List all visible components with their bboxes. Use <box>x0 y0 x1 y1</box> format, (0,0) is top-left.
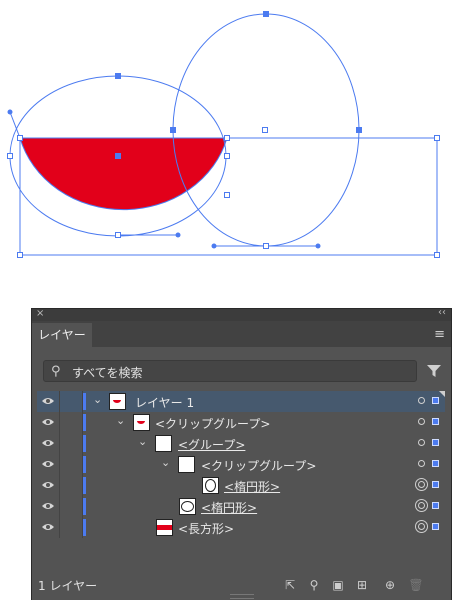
resize-grip[interactable] <box>230 594 254 599</box>
selection-indicator[interactable] <box>432 418 439 425</box>
layer-name: <クリップグループ> <box>201 459 317 473</box>
layer-row[interactable]: ⌄ <クリップグループ> <box>37 454 445 475</box>
current-layer-corner <box>439 391 445 397</box>
layer-name: レイヤー 1 <box>135 396 195 410</box>
target-circle-icon[interactable] <box>418 397 425 404</box>
anchor-points[interactable] <box>7 11 440 258</box>
search-icon: ⚲ <box>51 364 61 379</box>
search-placeholder: すべてを検索 <box>72 366 143 380</box>
red-half-ellipse[interactable] <box>19 137 228 211</box>
export-icon[interactable]: ⇱ <box>282 577 298 593</box>
selection-indicator[interactable] <box>432 397 439 404</box>
panel-menu-icon[interactable]: ≡ <box>434 327 445 342</box>
target-circle-icon[interactable] <box>418 460 425 467</box>
eye-icon[interactable] <box>41 458 55 470</box>
chevron-down-icon[interactable]: ⌄ <box>138 435 147 448</box>
selection-indicator[interactable] <box>432 481 439 488</box>
artboard-canvas[interactable] <box>0 0 472 300</box>
panel-footer: 1 レイヤー ⇱ ⚲ ▣ ⊞ ⊕ 🗑 <box>32 571 451 600</box>
chevron-down-icon[interactable]: ⌄ <box>93 393 102 406</box>
chevron-down-icon[interactable]: ⌄ <box>116 414 125 427</box>
close-icon[interactable]: × <box>36 308 44 319</box>
target-circle-icon[interactable] <box>418 418 425 425</box>
layer-thumbnail <box>133 414 150 431</box>
layer-row[interactable]: <楕円形> <box>37 475 445 496</box>
locate-object-icon[interactable]: ⚲ <box>306 577 322 593</box>
layer-count: 1 レイヤー <box>38 579 98 593</box>
layer-row[interactable]: <長方形> <box>37 517 445 538</box>
layer-row[interactable]: ⌄ <グループ> <box>37 433 445 454</box>
layers-list: ⌄ レイヤー 1 ⌄ <クリップグループ> ⌄ <グループ> ⌄ <クリップグル… <box>37 391 445 571</box>
selection-indicator[interactable] <box>432 439 439 446</box>
layer-name: <グループ> <box>178 438 246 452</box>
clipping-mask-icon[interactable]: ▣ <box>330 577 346 593</box>
eye-icon[interactable] <box>41 416 55 428</box>
layer-thumbnail <box>178 456 195 473</box>
selection-indicator[interactable] <box>432 502 439 509</box>
chevron-down-icon[interactable]: ⌄ <box>161 456 170 469</box>
trash-icon[interactable]: 🗑 <box>408 577 424 593</box>
new-layer-icon[interactable]: ⊕ <box>382 577 398 593</box>
target-double-circle-icon[interactable] <box>415 520 428 533</box>
eye-icon[interactable] <box>41 479 55 491</box>
eye-icon[interactable] <box>41 521 55 533</box>
layer-thumbnail <box>156 519 173 536</box>
panel-titlebar: × ‹‹ <box>32 307 451 321</box>
layer-name: <楕円形> <box>201 501 258 515</box>
layer-name: <楕円形> <box>224 480 281 494</box>
layer-row[interactable]: ⌄ レイヤー 1 <box>37 391 445 412</box>
layer-thumbnail <box>202 477 219 494</box>
target-double-circle-icon[interactable] <box>415 499 428 512</box>
collapse-icon[interactable]: ‹‹ <box>438 307 446 318</box>
tab-layers[interactable]: レイヤー <box>32 323 92 347</box>
eye-icon[interactable] <box>41 437 55 449</box>
eye-icon[interactable] <box>41 500 55 512</box>
target-circle-icon[interactable] <box>418 439 425 446</box>
selection-indicator[interactable] <box>432 460 439 467</box>
layers-panel: × ‹‹ レイヤー ≡ ⚲ すべてを検索 ⌄ レイヤー 1 ⌄ <クリップグルー… <box>31 307 452 600</box>
target-double-circle-icon[interactable] <box>415 478 428 491</box>
new-sublayer-icon[interactable]: ⊞ <box>354 577 370 593</box>
search-field[interactable]: ⚲ すべてを検索 <box>43 360 417 382</box>
selection-indicator[interactable] <box>432 523 439 530</box>
layer-thumbnail <box>109 393 126 410</box>
layer-name: <長方形> <box>178 522 235 536</box>
panel-tab-row: レイヤー ≡ <box>32 321 451 347</box>
rotate-handle[interactable] <box>7 109 13 115</box>
layer-row[interactable]: <楕円形> <box>37 496 445 517</box>
filter-icon[interactable] <box>427 364 441 378</box>
layer-name: <クリップグループ> <box>155 417 271 431</box>
layer-row[interactable]: ⌄ <クリップグループ> <box>37 412 445 433</box>
layer-thumbnail <box>155 435 172 452</box>
eye-icon[interactable] <box>41 395 55 407</box>
layer-thumbnail <box>179 498 196 515</box>
